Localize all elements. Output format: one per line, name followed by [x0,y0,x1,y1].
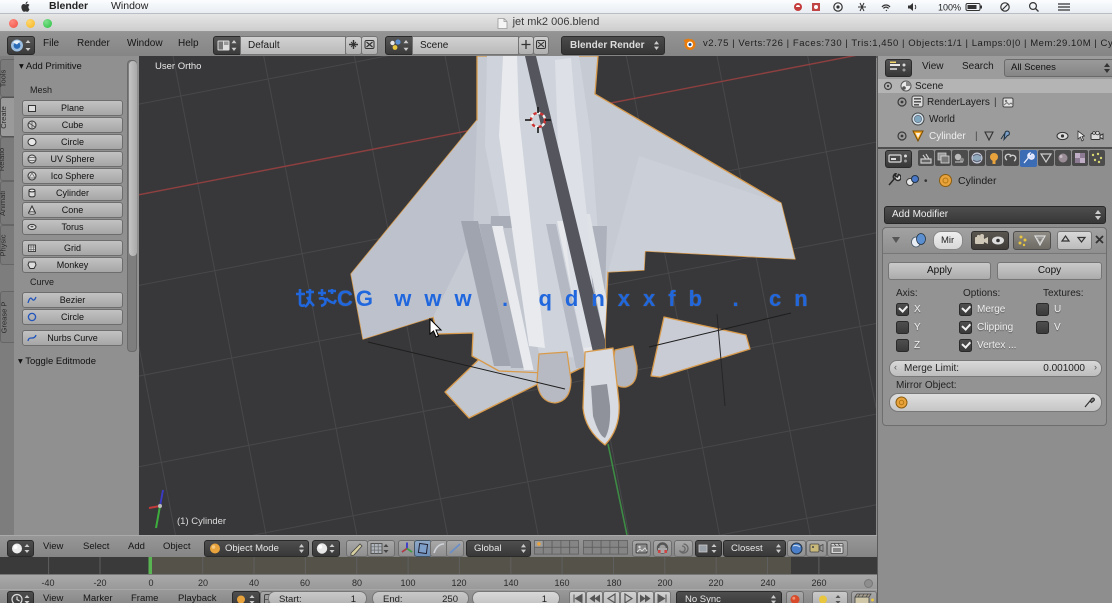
svg-text:User Ortho: User Ortho [155,61,201,72]
svg-text:(1) Cylinder: (1) Cylinder [177,516,226,527]
svg-text:100%: 100% [938,2,961,12]
